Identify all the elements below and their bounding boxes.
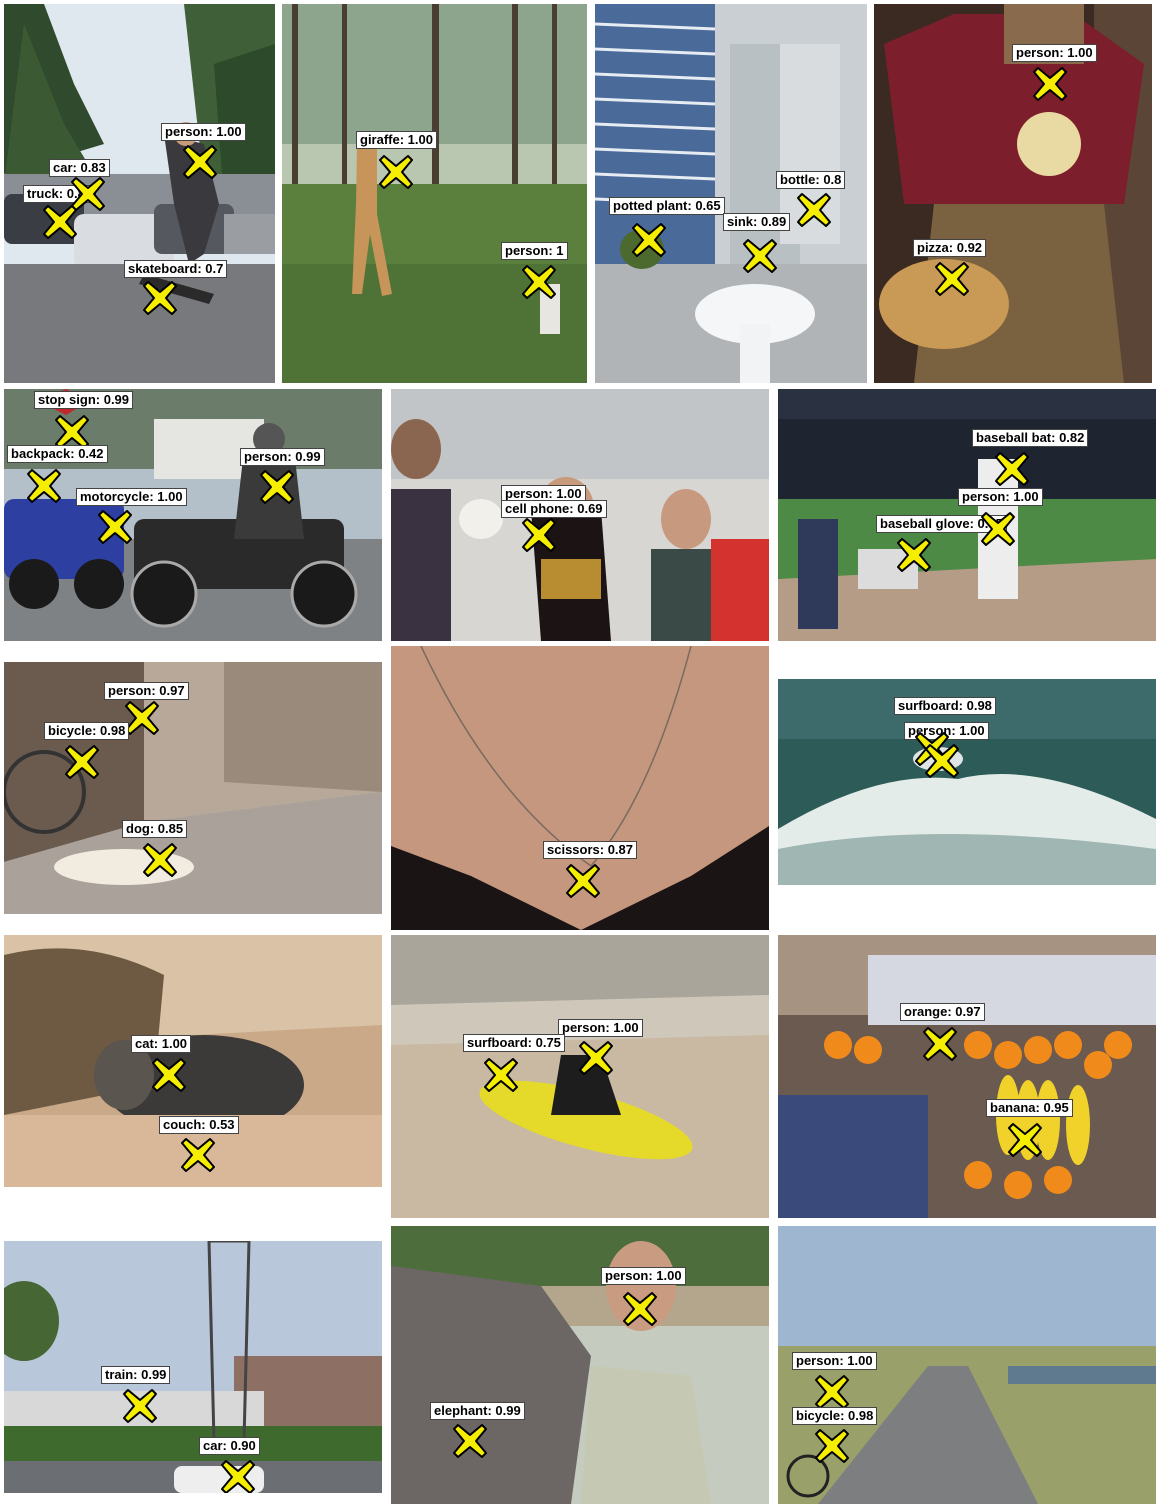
detection-label: person: 0.97 xyxy=(104,682,189,700)
x-marker-icon xyxy=(180,1137,216,1173)
x-marker-icon xyxy=(814,1428,850,1464)
x-marker-icon xyxy=(631,222,667,258)
x-marker-icon xyxy=(980,511,1016,547)
image-panel-skateboard: person: 1.00 car: 0.83 truck: 0.85 skate… xyxy=(4,4,275,383)
detection-label: train: 0.99 xyxy=(101,1366,171,1384)
image-panel-necklace: scissors: 0.87 xyxy=(391,646,769,930)
detection-label: skateboard: 0.7 xyxy=(124,260,228,278)
x-marker-icon xyxy=(622,1291,658,1327)
x-marker-icon xyxy=(924,743,960,779)
x-marker-icon xyxy=(259,469,295,505)
image-panel-surf: surfboard: 0.98 person: 1.00 xyxy=(778,679,1156,885)
detection-label: potted plant: 0.65 xyxy=(609,197,725,215)
forest-photo xyxy=(282,4,587,383)
x-marker-icon xyxy=(742,238,778,274)
fruit-stand-photo xyxy=(778,935,1156,1218)
x-marker-icon xyxy=(220,1459,256,1493)
image-panel-alley: person: 0.97 bicycle: 0.98 dog: 0.85 xyxy=(4,662,382,914)
x-marker-icon xyxy=(565,863,601,899)
alley-photo xyxy=(4,662,382,914)
detection-label: car: 0.90 xyxy=(199,1437,260,1455)
x-marker-icon xyxy=(378,154,414,190)
detection-label: motorcycle: 1.00 xyxy=(76,488,187,506)
detection-label: bicycle: 0.98 xyxy=(792,1407,878,1425)
detection-label: couch: 0.53 xyxy=(159,1116,239,1134)
x-marker-icon xyxy=(922,1026,958,1062)
detection-label: giraffe: 1.00 xyxy=(356,131,437,149)
detection-label: surfboard: 0.98 xyxy=(894,697,996,715)
x-marker-icon xyxy=(452,1423,488,1459)
detection-label: banana: 0.95 xyxy=(986,1099,1073,1117)
x-marker-icon xyxy=(26,468,62,504)
image-panel-baseball: baseball bat: 0.82 person: 1.00 baseball… xyxy=(778,389,1156,641)
image-panel-train: train: 0.99 car: 0.90 xyxy=(4,1241,382,1493)
detection-label: car: 0.83 xyxy=(49,159,110,177)
detection-label: cell phone: 0.69 xyxy=(501,500,607,518)
detection-label: person: 1.00 xyxy=(1012,44,1097,62)
detection-label: person: 1.00 xyxy=(792,1352,877,1370)
x-marker-icon xyxy=(521,264,557,300)
train-photo xyxy=(4,1241,382,1493)
image-panel-elephant: person: 1.00 elephant: 0.99 xyxy=(391,1226,769,1504)
x-marker-icon xyxy=(814,1374,850,1410)
x-marker-icon xyxy=(182,144,218,180)
x-marker-icon xyxy=(896,537,932,573)
x-marker-icon xyxy=(521,517,557,553)
image-panel-bike-path: person: 1.00 bicycle: 0.98 xyxy=(778,1226,1156,1504)
detection-label: surfboard: 0.75 xyxy=(463,1034,565,1052)
x-marker-icon xyxy=(64,744,100,780)
detection-label: person: 1.00 xyxy=(161,123,246,141)
detection-label: pizza: 0.92 xyxy=(913,239,987,257)
detection-label: cat: 1.00 xyxy=(131,1035,192,1053)
x-marker-icon xyxy=(122,1388,158,1424)
image-panel-bathroom: potted plant: 0.65 sink: 0.89 bottle: 0.… xyxy=(595,4,867,383)
x-marker-icon xyxy=(142,842,178,878)
detection-label: baseball bat: 0.82 xyxy=(972,429,1089,447)
x-marker-icon xyxy=(483,1057,519,1093)
detection-label: stop sign: 0.99 xyxy=(34,391,134,409)
x-marker-icon xyxy=(1032,66,1068,102)
x-marker-icon xyxy=(151,1057,187,1093)
x-marker-icon xyxy=(42,204,78,240)
x-marker-icon xyxy=(796,192,832,228)
detection-label: bottle: 0.8 xyxy=(776,171,846,189)
detection-label: scissors: 0.87 xyxy=(543,841,638,859)
detection-label: person: 1.00 xyxy=(601,1267,686,1285)
x-marker-icon xyxy=(124,700,160,736)
image-panel-cat: cat: 1.00 couch: 0.53 xyxy=(4,935,382,1187)
detection-label: person: 1.00 xyxy=(958,488,1043,506)
image-panel-giraffe: giraffe: 1.00 person: 1 xyxy=(282,4,587,383)
detection-label: sink: 0.89 xyxy=(723,213,791,231)
x-marker-icon xyxy=(994,451,1030,487)
elephant-photo xyxy=(391,1226,769,1504)
detection-label: orange: 0.97 xyxy=(900,1003,985,1021)
image-panel-pizza: person: 1.00 pizza: 0.92 xyxy=(874,4,1152,383)
detection-label: person: 0.99 xyxy=(240,448,325,466)
image-panel-crowd: person: 1.00 cell phone: 0.69 xyxy=(391,389,769,641)
detection-label: person: 1 xyxy=(501,242,568,260)
image-panel-beach: person: 1.00 surfboard: 0.75 xyxy=(391,935,769,1218)
detection-label: backpack: 0.42 xyxy=(7,445,108,463)
beach-photo xyxy=(391,935,769,1218)
x-marker-icon xyxy=(97,509,133,545)
image-panel-motorcycle: stop sign: 0.99 backpack: 0.42 person: 0… xyxy=(4,389,382,641)
x-marker-icon xyxy=(934,261,970,297)
detection-label: person: 1.00 xyxy=(558,1019,643,1037)
detection-label: dog: 0.85 xyxy=(122,820,188,838)
x-marker-icon xyxy=(1007,1122,1043,1158)
detection-label: elephant: 0.99 xyxy=(430,1402,525,1420)
x-marker-icon xyxy=(142,280,178,316)
detection-label: bicycle: 0.98 xyxy=(44,722,130,740)
x-marker-icon xyxy=(578,1040,614,1076)
image-panel-fruit: orange: 0.97 banana: 0.95 xyxy=(778,935,1156,1218)
